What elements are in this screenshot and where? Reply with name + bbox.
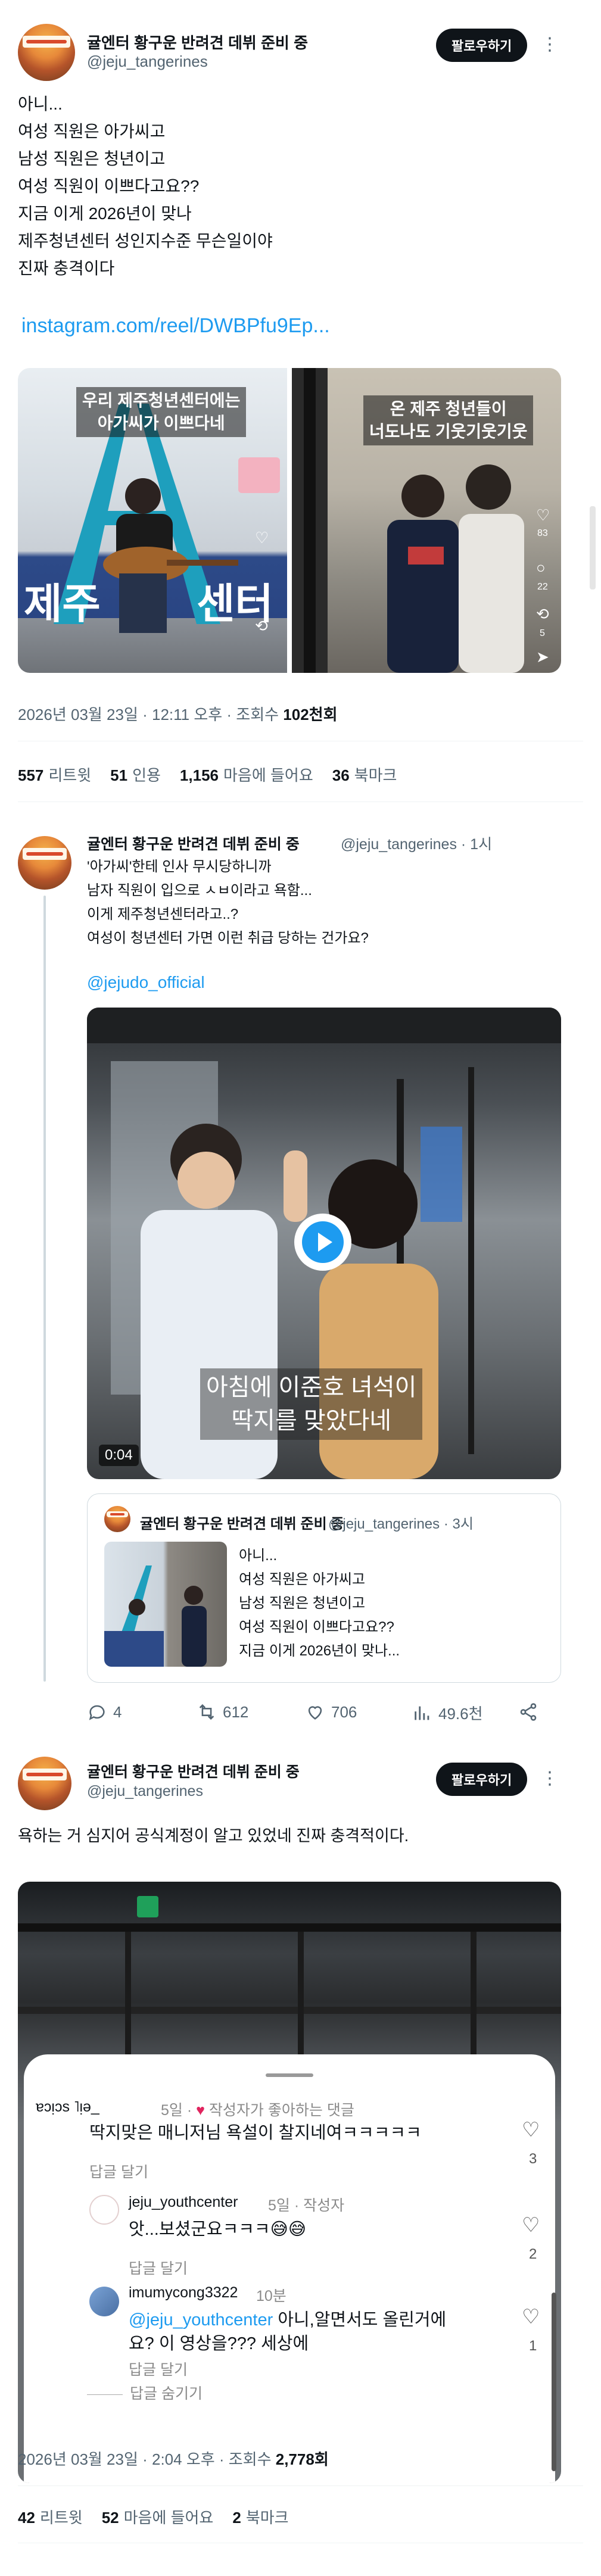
commenter-avatar[interactable] [89, 2287, 119, 2316]
side-like-count: 83 [537, 528, 548, 538]
post-text: 아니... 여성 직원은 아가씨고 남성 직원은 청년이고 여성 직원이 이쁘다… [18, 95, 273, 277]
reply-link[interactable]: 답글 달기 [89, 2160, 148, 2182]
comment-text: 앗...보셨군요ㅋㅋㅋ😅😅 [129, 2220, 307, 2239]
third-post-meta: 2026년 03월 23일 · 2:04 오후 · 조회수 2,778회 [18, 2450, 329, 2468]
quoted-text: 아니... 여성 직원은 아가씨고 남성 직원은 청년이고 여성 직원이 이쁘다… [239, 1548, 400, 1659]
repost-action[interactable]: 612 [197, 1702, 248, 1722]
comment-like-count: 3 [529, 2151, 537, 2167]
third-author-handle[interactable]: @jeju_tangerines [87, 1783, 203, 1800]
hide-replies-link[interactable]: 답글 숨기기 [87, 2382, 203, 2403]
repost-icon [199, 1704, 214, 1720]
sheet-handle[interactable] [266, 2073, 313, 2077]
commenter-avatar[interactable] [89, 2195, 119, 2225]
likes-stat[interactable]: 1,156 마음에 들어요 [180, 763, 313, 785]
video-duration: 0:04 [99, 1445, 139, 1466]
heart-icon: ♡ [255, 529, 269, 547]
left-image-caption: 우리 제주청년센터에는 아가씨가 이쁘다네 [76, 387, 247, 437]
views-count: 49.6천 [438, 1705, 483, 1723]
bookmarks-stat[interactable]: 36 북마크 [332, 763, 397, 785]
repost-count: 612 [223, 1702, 249, 1721]
third-post-image[interactable]: ɐɔᴉɔs ˥ᴉǝ_ 5일 · ♥ 작성자가 좋아하는 댓글 딱지맞은 매니저님… [18, 1882, 561, 2483]
comment-meta: 10분 [256, 2288, 287, 2304]
post-meta: 2026년 03월 23일 · 12:11 오후 · 조회수 102천회 [18, 706, 338, 723]
follow-button[interactable]: 팔로우하기 [436, 1763, 528, 1796]
right-image-caption: 온 제주 청년들이 너도나도 기웃기웃기웃 [363, 395, 534, 445]
divider [18, 2485, 583, 2486]
more-options-icon[interactable]: ⋮ [541, 36, 559, 54]
reply-handle-time[interactable]: @jeju_tangerines · 1시 [341, 832, 492, 854]
comment-author[interactable]: ɐɔᴉɔs ˥ᴉǝ_ [36, 2098, 99, 2116]
page-side-indicator [590, 506, 596, 590]
author-handle[interactable]: @jeju_tangerines [87, 52, 208, 71]
share-action[interactable] [518, 1702, 538, 1722]
quotes-stat[interactable]: 51 인용 [110, 763, 161, 785]
comment-icon [89, 1705, 105, 1720]
video-caption: 아침에 이준호 녀석이 딱지를 맞았다네 [200, 1368, 423, 1440]
comment-like-count: 1 [529, 2338, 537, 2354]
thread-line [43, 896, 46, 1682]
likes-stat[interactable]: 52 마음에 들어요 [102, 2506, 214, 2528]
quoted-author-name: 귤엔터 황구운 반려견 데뷔 준비 중 [140, 1516, 344, 1532]
side-share-count: 5 [540, 628, 545, 638]
bookmarks-stat[interactable]: 2 북마크 [232, 2506, 288, 2528]
third-author-name[interactable]: 귤엔터 황구운 반려견 데뷔 준비 중 [87, 1760, 300, 1782]
play-button[interactable] [294, 1214, 351, 1271]
reply-action[interactable]: 4 [87, 1702, 122, 1722]
heart-icon[interactable]: ♡ [536, 507, 550, 523]
post-image-right[interactable]: 온 제주 청년들이 너도나도 기웃기웃기웃 ♡ 83 ○ 22 ⟲ 5 ➤ [292, 368, 561, 673]
heart-icon[interactable]: ♡ [522, 2215, 540, 2235]
send-icon[interactable]: ➤ [536, 649, 549, 665]
comment-author[interactable]: jeju_youthcenter [129, 2194, 238, 2211]
repost-icon[interactable]: ⟲ [536, 606, 549, 622]
reply-mention[interactable]: @jejudo_official [87, 973, 205, 992]
heart-icon: ♥ [196, 2102, 209, 2119]
reply-count: 4 [113, 1702, 122, 1721]
play-icon [302, 1221, 344, 1263]
third-post-text: 욕하는 거 심지어 공식계정이 알고 있었네 진짜 충격적이다. [18, 1827, 409, 1845]
like-count: 706 [331, 1702, 357, 1721]
comment-text: 딱지맞은 매니저님 욕설이 찰지네여ㅋㅋㅋㅋㅋ [89, 2123, 422, 2142]
quoted-handle-time: @jeju_tangerines · 3시 [328, 1516, 474, 1532]
comment-icon[interactable]: ○ [536, 560, 546, 575]
heart-icon[interactable]: ♡ [522, 2120, 540, 2140]
comment-meta: 5일 · ♥ 작성자가 좋아하는 댓글 [161, 2102, 354, 2119]
comment-author[interactable]: imumycong3322 [129, 2284, 238, 2301]
third-post-stats: 42 리트윗 52 마음에 들어요 2 북마크 [18, 2506, 289, 2528]
comment-text: @jeju_youthcenter 아니,알면서도 올린거에 요? 이 영상을?… [129, 2310, 447, 2353]
heart-icon [308, 1706, 322, 1720]
more-options-icon[interactable]: ⋮ [541, 1770, 559, 1788]
comments-sheet: ɐɔᴉɔs ˥ᴉǝ_ 5일 · ♥ 작성자가 좋아하는 댓글 딱지맞은 매니저님… [24, 2054, 555, 2483]
quoted-author-avatar [104, 1506, 130, 1532]
comment-meta: 5일 · 작성자 [268, 2197, 345, 2214]
comment-mention[interactable]: @jeju_youthcenter [129, 2310, 273, 2329]
svg-text:제주: 제주 [24, 579, 101, 628]
views-action[interactable]: 49.6천 [412, 1702, 483, 1724]
share-icon [520, 1703, 537, 1721]
reposts-stat[interactable]: 42 리트윗 [18, 2506, 83, 2528]
reply-link[interactable]: 답글 달기 [129, 2257, 188, 2278]
author-name[interactable]: 귤엔터 황구운 반려견 데뷔 준비 중 [87, 31, 308, 53]
quoted-tweet[interactable]: 귤엔터 황구운 반려견 데뷔 준비 중 @jeju_tangerines · 3… [87, 1493, 561, 1683]
repost-icon: ⟲ [255, 617, 268, 635]
reply-author-avatar[interactable] [18, 836, 71, 890]
third-author-avatar[interactable] [18, 1757, 71, 1810]
reply-video[interactable]: 아침에 이준호 녀석이 딱지를 맞았다네 0:04 [87, 1008, 561, 1479]
author-avatar[interactable] [18, 24, 75, 81]
post-link[interactable]: instagram.com/reel/DWBPfu9Ep... [21, 314, 330, 338]
follow-button[interactable]: 팔로우하기 [436, 29, 528, 62]
divider [87, 2394, 123, 2395]
post-image-left[interactable]: 제주 센터 우리 제주청년센터에는 아가씨가 이쁘다네 ♡ ⟲ [18, 368, 287, 673]
post-stats: 557 리트윗 51 인용 1,156 마음에 들어요 36 북마크 [18, 763, 397, 785]
like-action[interactable]: 706 [305, 1702, 357, 1722]
heart-icon[interactable]: ♡ [522, 2307, 540, 2327]
views-icon [415, 1706, 429, 1720]
reply-author-name[interactable]: 귤엔터 황구운 반려견 데뷔 준비 중 [87, 832, 300, 854]
reply-link[interactable]: 답글 달기 [129, 2358, 188, 2379]
reply-text: '아가씨'한테 인사 무시당하니까 남자 직원이 입으로 ㅅㅂ이라고 욕함...… [87, 859, 369, 946]
scrollbar[interactable] [552, 2293, 556, 2471]
comment-like-count: 2 [529, 2246, 537, 2262]
quoted-image [104, 1542, 227, 1667]
reposts-stat[interactable]: 557 리트윗 [18, 763, 91, 785]
side-comment-count: 22 [537, 582, 548, 592]
